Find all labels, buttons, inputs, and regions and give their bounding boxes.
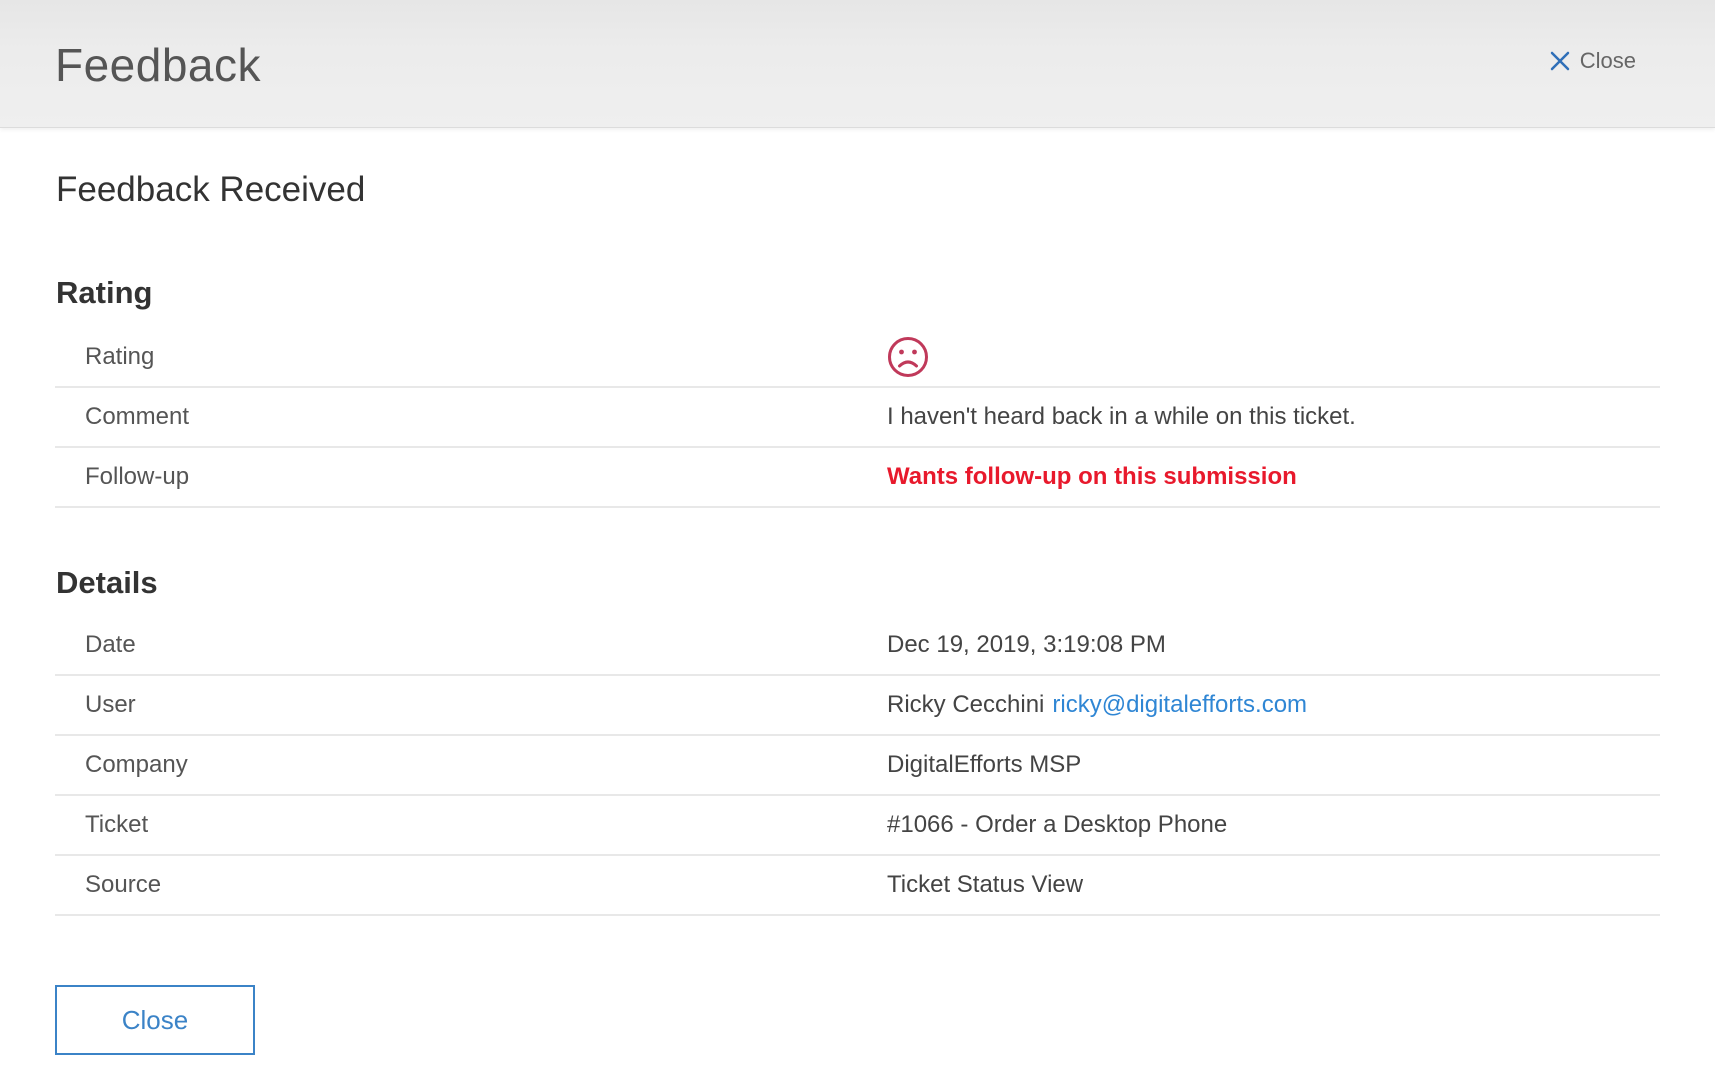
user-email-link[interactable]: ricky@digitalefforts.com — [1052, 691, 1307, 719]
source-row-label: Source — [85, 871, 162, 898]
user-name: Ricky Cecchini — [887, 691, 1045, 718]
rating-row-label: Rating — [85, 343, 155, 370]
user-row: User Ricky Cecchini ricky@digitalefforts… — [55, 676, 1660, 736]
company-value: DigitalEfforts MSP — [887, 751, 1082, 778]
company-row-label: Company — [85, 751, 188, 778]
ticket-row-label: Ticket — [85, 811, 149, 838]
details-table: Date Dec 19, 2019, 3:19:08 PM User Ricky… — [55, 616, 1660, 916]
rating-table: Rating Comment I haven't heard back in a… — [55, 328, 1660, 508]
ticket-value: #1066 - Order a Desktop Phone — [887, 811, 1228, 838]
header-close-label: Close — [1579, 48, 1636, 73]
user-row-label: User — [85, 691, 136, 718]
user-value: Ricky Cecchini ricky@digitalefforts.com — [887, 691, 1660, 719]
details-section-heading: Details — [56, 565, 158, 600]
rating-row-value — [887, 336, 1660, 378]
rating-section-heading: Rating — [56, 275, 153, 310]
close-icon — [1550, 51, 1570, 71]
date-value: Dec 19, 2019, 3:19:08 PM — [887, 631, 1166, 658]
comment-row-label: Comment — [85, 403, 190, 430]
rating-row: Rating — [55, 328, 1660, 388]
dialog-title: Feedback — [55, 39, 262, 91]
date-row-label: Date — [85, 631, 136, 658]
ticket-row: Ticket #1066 - Order a Desktop Phone — [55, 796, 1660, 856]
close-button[interactable]: Close — [55, 985, 255, 1055]
followup-row: Follow-up Wants follow-up on this submis… — [55, 448, 1660, 508]
source-row: Source Ticket Status View — [55, 856, 1660, 916]
comment-row: Comment I haven't heard back in a while … — [55, 388, 1660, 448]
dialog-header: Feedback Close — [0, 0, 1715, 128]
header-close-button[interactable]: Close — [1550, 48, 1636, 74]
frown-face-icon — [887, 336, 929, 378]
followup-value: Wants follow-up on this submission — [887, 463, 1297, 490]
page-title: Feedback Received — [56, 170, 366, 209]
comment-value: I haven't heard back in a while on this … — [887, 403, 1356, 430]
company-row: Company DigitalEfforts MSP — [55, 736, 1660, 796]
source-value: Ticket Status View — [887, 871, 1084, 898]
date-row: Date Dec 19, 2019, 3:19:08 PM — [55, 616, 1660, 676]
followup-row-label: Follow-up — [85, 463, 190, 490]
